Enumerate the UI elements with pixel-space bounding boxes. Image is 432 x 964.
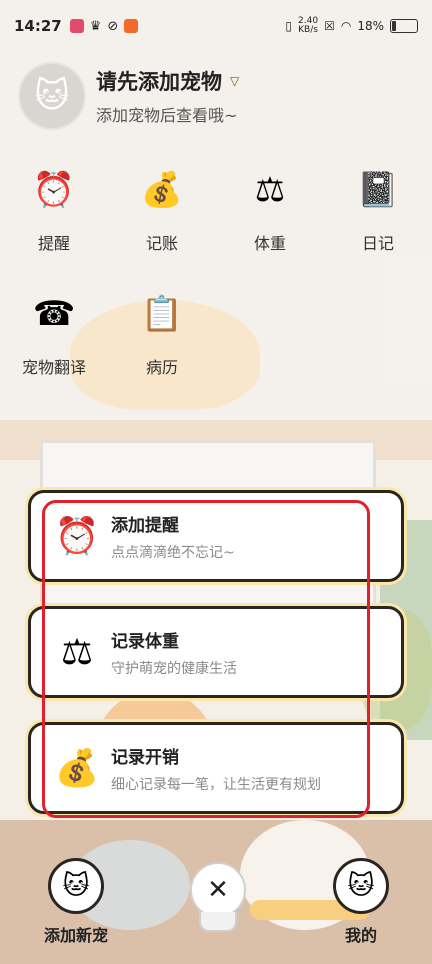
money-bag-icon: 💰 — [54, 748, 100, 789]
popup-text: 添加提醒 点点滴滴绝不忘记~ — [111, 511, 235, 562]
pet-avatar[interactable]: 🐱 — [18, 62, 86, 130]
dim-overlay[interactable] — [0, 0, 432, 964]
dropdown-triangle-icon[interactable]: ▽ — [230, 74, 239, 88]
grid-item-diary[interactable]: 📓 日记 — [328, 160, 428, 254]
notification-app-icon — [69, 19, 84, 33]
grid-item-reminder[interactable]: ⏰ 提醒 — [4, 160, 104, 254]
grid-label: 日记 — [361, 234, 394, 253]
crown-icon: ♛ — [89, 18, 102, 34]
clipboard-icon: 📋 — [140, 294, 184, 334]
mine-button[interactable]: 🐱 我的 — [326, 858, 396, 946]
popup-subtitle: 细心记录每一笔，让生活更有规划 — [111, 776, 321, 793]
close-button[interactable]: ✕ — [190, 862, 246, 918]
nav-label-mine: 我的 — [344, 926, 377, 945]
status-time: 14:27 — [14, 17, 62, 35]
taobao-icon — [124, 19, 139, 33]
popup-record-weight[interactable]: ⚖ 记录体重 守护萌宠的健康生活 — [28, 606, 404, 698]
page-subtitle: 添加宠物后查看哦~ — [96, 106, 238, 125]
close-button-stand — [199, 912, 237, 932]
popup-subtitle: 守护萌宠的健康生活 — [111, 660, 237, 677]
popup-title: 记录开销 — [111, 747, 179, 768]
popup-subtitle: 点点滴滴绝不忘记~ — [111, 544, 235, 561]
popup-add-reminder[interactable]: ⏰ 添加提醒 点点滴滴绝不忘记~ — [28, 490, 404, 582]
grid-item-pet-translate[interactable]: ☎ 宠物翻译 — [4, 284, 104, 378]
header-text: 请先添加宠物 ▽ 添加宠物后查看哦~ — [96, 66, 239, 126]
alarm-clock-icon: ⏰ — [32, 170, 76, 210]
money-bag-icon: 💰 — [140, 170, 184, 210]
popup-text: 记录体重 守护萌宠的健康生活 — [111, 627, 237, 678]
battery-icon — [390, 19, 418, 33]
vibrate-icon: ▯ — [285, 19, 293, 33]
add-new-pet-button[interactable]: 🐱 添加新宠 — [36, 858, 116, 946]
grid-label: 宠物翻译 — [21, 358, 86, 377]
grid-item-weight[interactable]: ⚖ 体重 — [220, 160, 320, 254]
grid-label: 提醒 — [37, 234, 70, 253]
popup-title: 记录体重 — [111, 631, 179, 652]
battery-percent: 18% — [357, 19, 384, 33]
network-speed: 2.40 KB/s — [298, 17, 318, 35]
diary-icon: 📓 — [356, 170, 400, 210]
grid-item-medical-record[interactable]: 📋 病历 — [112, 284, 212, 378]
popup-text: 记录开销 细心记录每一笔，让生活更有规划 — [111, 743, 321, 794]
add-pet-icon: 🐱 — [48, 858, 104, 914]
popup-title: 添加提醒 — [111, 515, 179, 536]
scale-icon: ⚖ — [60, 631, 94, 673]
net-speed-unit: KB/s — [298, 25, 318, 35]
popup-record-expense[interactable]: 💰 记录开销 细心记录每一笔，让生活更有规划 — [28, 722, 404, 814]
page-title[interactable]: 请先添加宠物 — [96, 66, 222, 96]
pet-header[interactable]: 🐱 请先添加宠物 ▽ 添加宠物后查看哦~ — [18, 62, 239, 130]
scale-icon: ⚖ — [254, 170, 286, 210]
title-row[interactable]: 请先添加宠物 ▽ — [96, 66, 239, 96]
status-bar: 14:27 ♛ ⊘ ▯ 2.40 KB/s ☒ ◠ 18% — [0, 0, 432, 52]
grid-label: 体重 — [253, 234, 286, 253]
status-right: ▯ 2.40 KB/s ☒ ◠ 18% — [285, 17, 418, 35]
nav-label-add-pet: 添加新宠 — [43, 926, 108, 945]
link-icon: ⊘ — [107, 18, 119, 34]
grid-item-accounting[interactable]: 💰 记账 — [112, 160, 212, 254]
grid-label: 病历 — [145, 358, 178, 377]
mine-icon: 🐱 — [333, 858, 389, 914]
telephone-icon: ☎ — [32, 294, 76, 334]
wifi-icon: ◠ — [340, 19, 352, 33]
grid-label: 记账 — [145, 234, 178, 253]
mute-icon: ☒ — [324, 19, 335, 33]
alarm-clock-icon: ⏰ — [54, 516, 100, 557]
